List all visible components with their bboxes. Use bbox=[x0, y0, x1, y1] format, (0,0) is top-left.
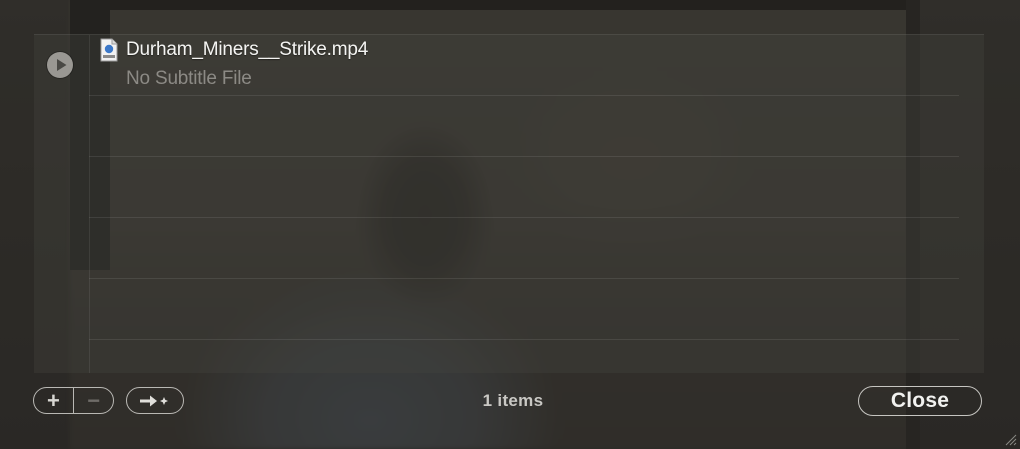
subtitle-window: Durham_Miners__Strike.mp4 No Subtitle Fi… bbox=[0, 0, 1020, 449]
row-divider bbox=[89, 339, 959, 340]
subtitle-status: No Subtitle File bbox=[126, 68, 252, 89]
row-divider bbox=[89, 156, 959, 157]
row-divider bbox=[89, 217, 959, 218]
resize-grip-icon[interactable] bbox=[1003, 432, 1017, 446]
close-button[interactable]: Close bbox=[858, 386, 982, 416]
play-icon[interactable] bbox=[47, 52, 73, 78]
row-divider bbox=[89, 278, 959, 279]
item-count: 1 items bbox=[482, 391, 544, 410]
add-button[interactable]: + bbox=[34, 388, 73, 413]
file-list[interactable]: Durham_Miners__Strike.mp4 No Subtitle Fi… bbox=[34, 34, 984, 373]
list-column-divider bbox=[89, 35, 90, 373]
row-divider bbox=[89, 95, 959, 96]
file-name: Durham_Miners__Strike.mp4 bbox=[126, 39, 369, 60]
action-button[interactable] bbox=[126, 387, 184, 414]
remove-button[interactable]: − bbox=[74, 388, 113, 413]
arrow-sparkle-icon bbox=[140, 395, 168, 406]
video-file-icon bbox=[100, 38, 118, 62]
add-remove-control[interactable]: + − bbox=[33, 387, 114, 414]
